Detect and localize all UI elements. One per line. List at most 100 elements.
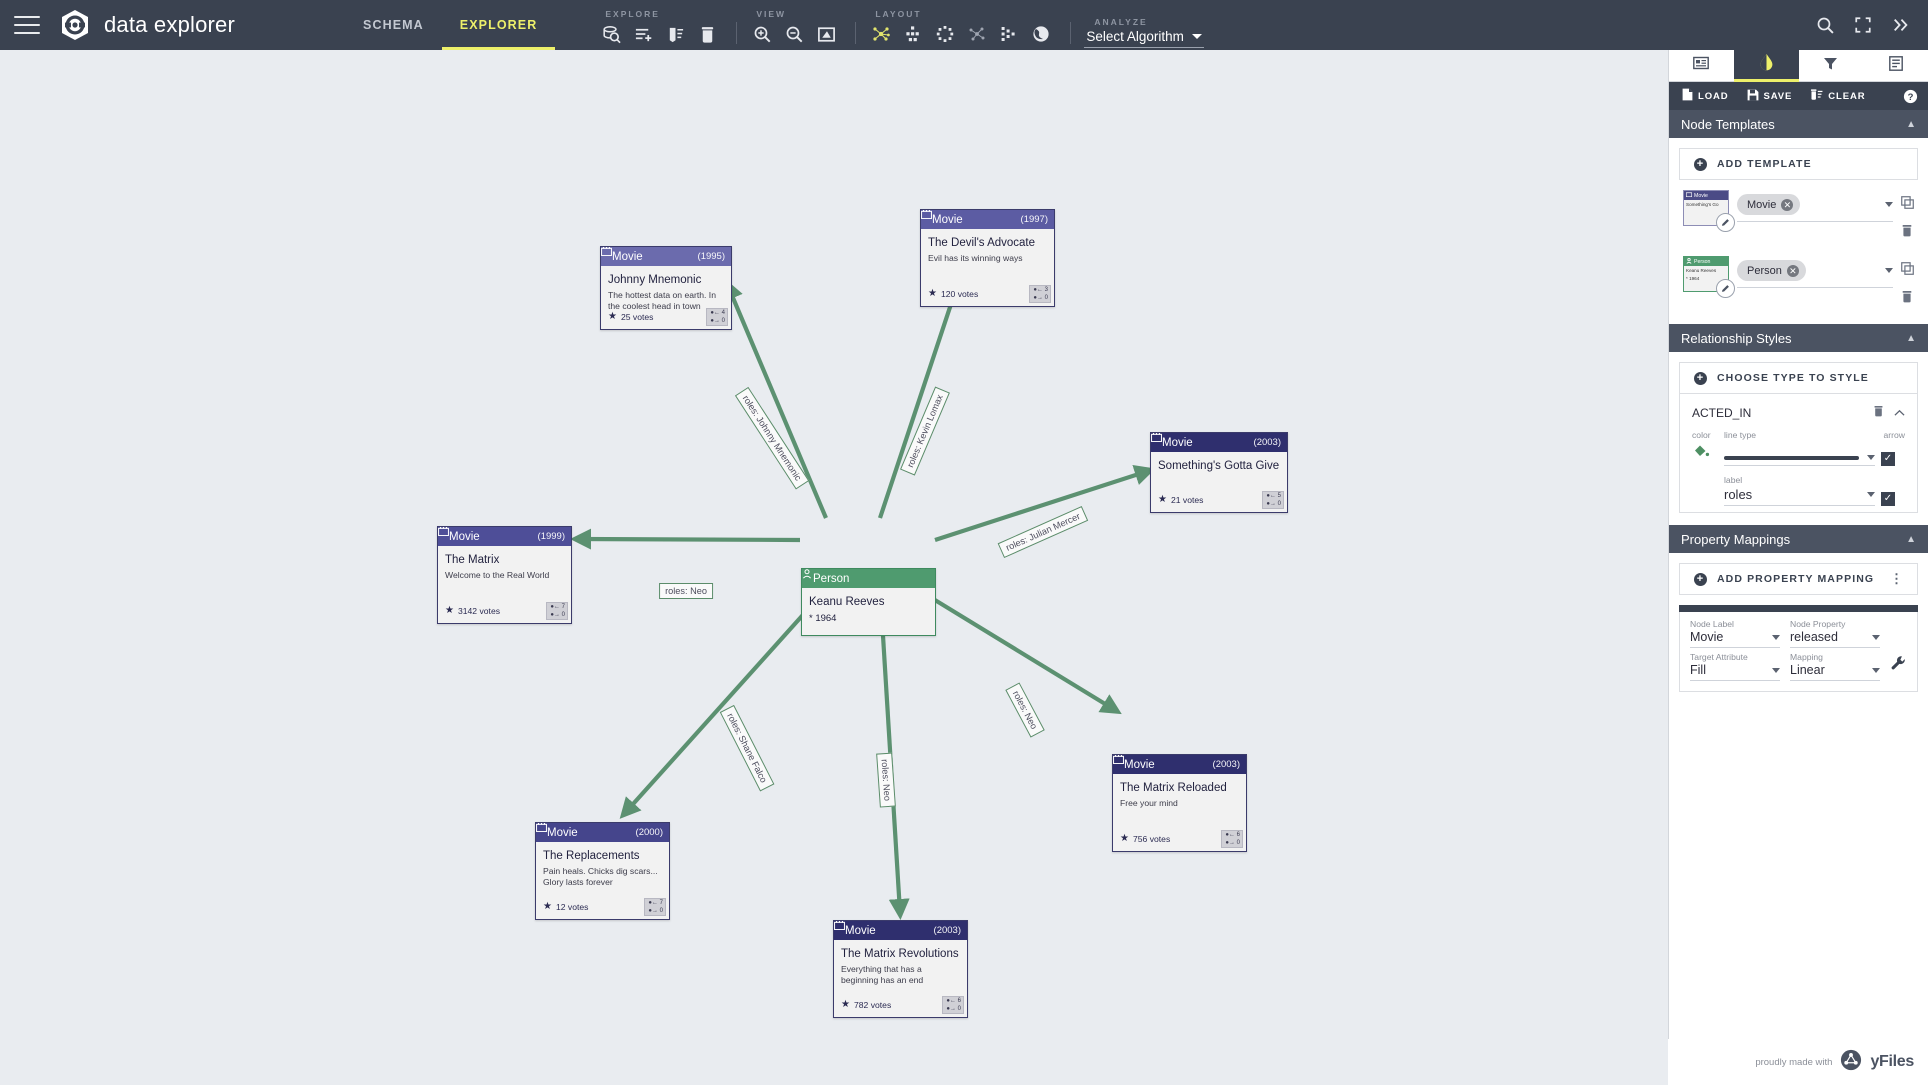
delete-node-icon[interactable] bbox=[691, 20, 723, 48]
search-database-icon[interactable] bbox=[595, 20, 627, 48]
template-thumb-line: Something's Go bbox=[1686, 202, 1719, 207]
delete-relationship-style-icon[interactable] bbox=[1873, 404, 1884, 422]
toolbar-group-layout: LAYOUT bbox=[865, 9, 1057, 48]
mapping-field[interactable]: Mapping Linear bbox=[1790, 652, 1880, 681]
duplicate-template-icon[interactable] bbox=[1901, 196, 1914, 214]
node-year: (2003) bbox=[933, 925, 961, 936]
edge-label[interactable]: roles: Neo bbox=[659, 583, 713, 599]
template-chip-movie[interactable]: Movie ✕ bbox=[1737, 194, 1801, 215]
chevron-down-icon[interactable] bbox=[1885, 202, 1893, 207]
hamburger-icon[interactable] bbox=[14, 16, 40, 34]
expand-panel-icon[interactable] bbox=[1882, 0, 1920, 50]
search-icon[interactable] bbox=[1806, 0, 1844, 50]
node-label-field[interactable]: Node Label Movie bbox=[1690, 619, 1780, 648]
graph-node[interactable]: Movie (2000) The Replacements Pain heals… bbox=[535, 822, 670, 920]
label-label: label bbox=[1724, 475, 1743, 485]
section-header-node-templates[interactable]: Node Templates ▲ bbox=[1669, 110, 1928, 138]
star-icon: ★ bbox=[1120, 833, 1129, 844]
template-label-field[interactable]: Person ✕ bbox=[1737, 260, 1893, 288]
edit-template-icon[interactable] bbox=[1716, 213, 1735, 232]
toolbar-group-analyze-label: ANALYZE bbox=[1094, 17, 1148, 27]
fit-content-icon[interactable] bbox=[810, 20, 842, 48]
collapse-relationship-style-icon[interactable] bbox=[1894, 404, 1905, 422]
plus-icon: + bbox=[1694, 572, 1707, 586]
graph-node[interactable]: Movie (1997) The Devil's Advocate Evil h… bbox=[920, 209, 1055, 307]
delete-template-icon[interactable] bbox=[1901, 290, 1914, 308]
graph-node[interactable]: Movie (1995) Johnny Mnemonic The hottest… bbox=[600, 246, 732, 330]
fullscreen-icon[interactable] bbox=[1844, 0, 1882, 50]
zoom-in-icon[interactable] bbox=[746, 20, 778, 48]
clear-button[interactable]: CLEAR bbox=[1803, 88, 1872, 104]
remove-chip-icon[interactable]: ✕ bbox=[1786, 264, 1799, 277]
duplicate-template-icon[interactable] bbox=[1901, 262, 1914, 280]
template-thumbnail-movie[interactable]: Movie Something's Go bbox=[1683, 190, 1735, 232]
edit-template-icon[interactable] bbox=[1716, 279, 1735, 298]
star-icon: ★ bbox=[1158, 494, 1167, 505]
tab-node-properties[interactable] bbox=[1669, 50, 1734, 82]
node-title: The Devil's Advocate bbox=[928, 237, 1036, 249]
node-votes: ★ 756 votes bbox=[1120, 833, 1170, 845]
organic-layout-icon[interactable] bbox=[865, 20, 897, 48]
section-header-relationship-styles[interactable]: Relationship Styles ▲ bbox=[1669, 324, 1928, 352]
more-options-icon[interactable]: ⋮ bbox=[1890, 572, 1903, 585]
chevron-down-icon[interactable] bbox=[1885, 268, 1893, 273]
node-property-field[interactable]: Node Property released bbox=[1790, 619, 1880, 648]
help-icon[interactable]: ? bbox=[1903, 89, 1922, 104]
radial-layout-icon[interactable] bbox=[961, 20, 993, 48]
section-header-property-mappings[interactable]: Property Mappings ▲ bbox=[1669, 525, 1928, 553]
relationship-label-select[interactable]: roles bbox=[1724, 487, 1875, 506]
circular-layout-icon[interactable] bbox=[929, 20, 961, 48]
toolbar-group-layout-label: LAYOUT bbox=[875, 9, 922, 19]
add-property-mapping-button[interactable]: + ADD PROPERTY MAPPING ⋮ bbox=[1679, 563, 1918, 595]
globe-layout-icon[interactable] bbox=[1025, 20, 1057, 48]
node-templates-title: Node Templates bbox=[1681, 116, 1775, 132]
delete-template-icon[interactable] bbox=[1901, 224, 1914, 242]
line-type-select[interactable] bbox=[1724, 455, 1875, 466]
tab-legend[interactable] bbox=[1863, 50, 1928, 82]
panel-footer: proudly made with yFiles bbox=[1668, 1039, 1928, 1085]
add-list-icon[interactable] bbox=[627, 20, 659, 48]
toolbar-group-explore: EXPLORE bbox=[595, 9, 723, 48]
node-property-value: released bbox=[1790, 630, 1838, 644]
node-votes: ★ 25 votes bbox=[608, 312, 653, 323]
node-type-label: Movie bbox=[1162, 436, 1193, 449]
graph-canvas[interactable]: Movie (1995) Johnny Mnemonic The hottest… bbox=[0, 50, 1668, 1085]
graph-node[interactable]: Movie (2003) Something's Gotta Give ★ 21… bbox=[1150, 432, 1288, 513]
select-algorithm-dropdown[interactable]: Select Algorithm bbox=[1084, 28, 1204, 48]
orthogonal-layout-icon[interactable] bbox=[993, 20, 1025, 48]
toolbar-divider-1 bbox=[736, 22, 738, 44]
nav-item-schema[interactable]: SCHEMA bbox=[345, 0, 442, 50]
zoom-out-icon[interactable] bbox=[778, 20, 810, 48]
graph-node[interactable]: Movie (1999) The Matrix Welcome to the R… bbox=[437, 526, 572, 624]
node-type-label: Movie bbox=[547, 826, 578, 839]
person-icon bbox=[1686, 257, 1692, 266]
nav-item-explorer[interactable]: EXPLORER bbox=[441, 0, 556, 50]
node-label-caption: Node Label bbox=[1690, 619, 1734, 629]
node-year: (1995) bbox=[697, 251, 725, 262]
template-thumbnail-person[interactable]: Person Keanu Reeves * 1964 bbox=[1683, 256, 1735, 298]
color-swatch-button[interactable] bbox=[1692, 442, 1718, 466]
label-checkbox[interactable]: ✓ bbox=[1881, 492, 1895, 506]
template-chip-person[interactable]: Person ✕ bbox=[1737, 260, 1806, 281]
color-label: color bbox=[1692, 430, 1711, 440]
degree-badge: ●← 6 ●→ 0 bbox=[942, 996, 964, 1014]
target-attribute-field[interactable]: Target Attribute Fill bbox=[1690, 652, 1780, 681]
graph-node[interactable]: Movie (2003) The Matrix Revolutions Ever… bbox=[833, 920, 968, 1018]
hierarchic-layout-icon[interactable] bbox=[897, 20, 929, 48]
graph-node[interactable]: Movie (2003) The Matrix Reloaded Free yo… bbox=[1112, 754, 1247, 852]
trim-list-icon[interactable] bbox=[659, 20, 691, 48]
node-type-label: Movie bbox=[612, 250, 643, 263]
arrow-checkbox[interactable]: ✓ bbox=[1881, 452, 1895, 466]
tab-filters[interactable] bbox=[1798, 50, 1864, 82]
tab-styles[interactable] bbox=[1733, 50, 1799, 82]
template-label-field[interactable]: Movie ✕ bbox=[1737, 194, 1893, 222]
graph-node[interactable]: Person Keanu Reeves * 1964 bbox=[801, 568, 936, 636]
degree-badge: ●← 7 ●→ 0 bbox=[644, 898, 666, 916]
load-button[interactable]: LOAD bbox=[1675, 88, 1736, 104]
choose-type-to-style-button[interactable]: + CHOOSE TYPE TO STYLE bbox=[1679, 362, 1918, 394]
node-header: Person bbox=[802, 569, 935, 588]
add-template-button[interactable]: + ADD TEMPLATE bbox=[1679, 148, 1918, 180]
save-button[interactable]: SAVE bbox=[1740, 89, 1800, 104]
remove-chip-icon[interactable]: ✕ bbox=[1781, 198, 1794, 211]
wrench-icon[interactable] bbox=[1890, 655, 1907, 681]
